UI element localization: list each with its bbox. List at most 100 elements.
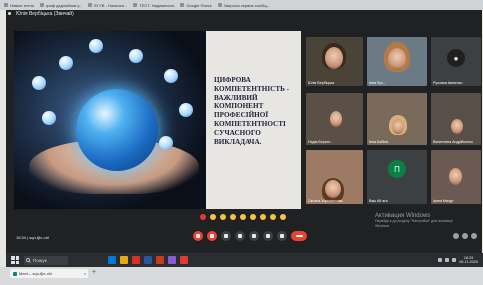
surprised-reaction-icon[interactable] [250,214,256,220]
participant-name: Інна Хуч... [369,81,386,85]
avatar: ● [447,49,465,67]
people-icon[interactable] [462,233,468,239]
globe-graphic [76,89,158,171]
chat-icon[interactable] [471,233,477,239]
bookmark-icon [217,3,222,7]
clap-reaction-icon[interactable] [230,214,236,220]
network-icon[interactable] [438,258,443,262]
bookmark-item[interactable]: ТЕСТ: Надежность [133,3,174,8]
raise-hand-button[interactable] [263,231,273,241]
meet-favicon-icon [13,271,17,276]
mic-off-icon [196,234,200,238]
participant-name: Юлія Вербіцька [308,81,335,85]
bookmark-label: Запросы сервис сообщ... [223,2,271,8]
clock-date: 06.11.2020 [459,260,478,264]
volume-icon[interactable] [445,258,450,262]
file-explorer-icon[interactable] [120,256,128,264]
bookmark-icon [180,3,185,7]
participant-tile[interactable]: Інна Хуч... [367,37,427,86]
slide-subtitle-faint [236,171,296,179]
bookmark-icon [88,3,93,7]
camera-off-icon [210,234,214,238]
app-icon[interactable] [180,256,188,264]
participant-face [392,119,404,134]
participant-tile[interactable]: Надія Беранг... [306,93,363,145]
network-node-icon [159,136,173,150]
participant-face [451,119,463,134]
task-view-icon[interactable] [108,256,116,264]
close-tab-icon[interactable]: × [84,271,86,276]
participant-tile[interactable]: Ірина Мазур [431,150,481,204]
system-tray: 16:29 06.11.2020 [438,256,478,265]
bookmark-label: граф дедлайнов у... [45,2,83,8]
bookmark-item[interactable]: ЕГУВ - Начальн... [88,3,127,8]
participant-tile[interactable]: Юлія Вербіцька [306,37,363,86]
bookmark-item[interactable]: Запросы сервис сообщ... [217,2,271,8]
thumbs-up-reaction-icon[interactable] [210,214,216,220]
sad-reaction-icon[interactable] [260,214,266,220]
new-tab-icon[interactable]: + [92,269,96,276]
present-icon [252,234,256,238]
windows-taskbar: Пошук 16:29 06.11.2020 [6,253,483,267]
activation-subtitle: Перейдіть до розділу "Настройки" для акт… [375,219,453,228]
participant-name: Ірина Мазур [433,199,454,203]
app-icon[interactable] [168,256,176,264]
tab-label: Meet – sqn-fjtx-ohl [19,271,52,276]
participant-name: Оксана Хорошилова [308,199,343,203]
info-icon[interactable] [453,233,459,239]
heart-reaction-icon[interactable] [200,214,206,220]
bookmark-icon [39,3,44,7]
search-icon [26,257,31,263]
phone-hangup-icon [295,235,303,237]
participant-tile[interactable]: Валентина Андрійченко [431,93,481,145]
side-panel-buttons [453,233,477,239]
emoji-button[interactable] [235,231,245,241]
windows-start-icon[interactable] [11,256,19,264]
camera-off-button[interactable] [207,231,217,241]
bookmark-item[interactable]: Новые титли [4,3,34,8]
meeting-controls [193,231,307,241]
mic-off-button[interactable] [193,231,203,241]
bookmark-icon [133,3,138,7]
captions-button[interactable] [221,231,231,241]
taskbar-search[interactable]: Пошук [24,255,68,265]
participant-face [325,47,343,69]
bookmark-item[interactable]: граф дедлайнов у... [39,2,83,8]
thumbs-down-reaction-icon[interactable] [280,214,286,220]
network-node-icon [179,103,193,117]
leave-call-button[interactable] [291,231,307,241]
network-node-icon [129,49,143,63]
participant-name: Валентина Андрійченко [433,140,473,144]
presenter-name: Юлія Вербіцька (Звичай) [16,11,74,17]
bookmark-icon [4,3,8,7]
bookmark-label: ЕГУВ - Начальн... [94,2,128,8]
present-button[interactable] [249,231,259,241]
participant-tile[interactable]: Оксана Хорошилова [306,150,363,204]
slide-title: ЦИФРОВА КОМПЕТЕНТНІСТЬ - ВАЖЛИВИЙ КОМПОН… [214,76,290,146]
party-reaction-icon[interactable] [220,214,226,220]
laugh-reaction-icon[interactable] [240,214,246,220]
meeting-time-code: 16:34 | sqn-fjtx-ohl [16,235,49,240]
participant-tile[interactable]: ● Руслана Іваненко [431,37,481,86]
bookmark-item[interactable]: Google Поиск [180,2,212,8]
participant-name: Інна Бабіна [369,140,389,144]
network-node-icon [89,39,103,53]
language-icon[interactable] [452,258,457,262]
presenter-dot-icon [8,12,11,15]
participant-tile[interactable]: Інна Бабіна [367,93,427,145]
taskbar-clock[interactable]: 16:29 06.11.2020 [459,256,478,265]
participant-face [388,48,406,70]
network-node-icon [164,69,178,83]
participant-face [449,168,462,185]
word-icon[interactable] [144,256,152,264]
browser-tab[interactable]: Meet – sqn-fjtx-ohl × [10,269,88,278]
chrome-icon[interactable] [132,256,140,264]
more-options-button[interactable] [277,231,287,241]
bookmark-label: Google Поиск [186,2,212,8]
participant-tile[interactable]: П Ваш 66 ага [367,150,427,204]
captions-icon [224,234,228,238]
network-node-icon [59,56,73,70]
powerpoint-icon[interactable] [156,256,164,264]
bookmarks-bar: Новые титли граф дедлайнов у... ЕГУВ - Н… [0,0,483,10]
thinking-reaction-icon[interactable] [270,214,276,220]
